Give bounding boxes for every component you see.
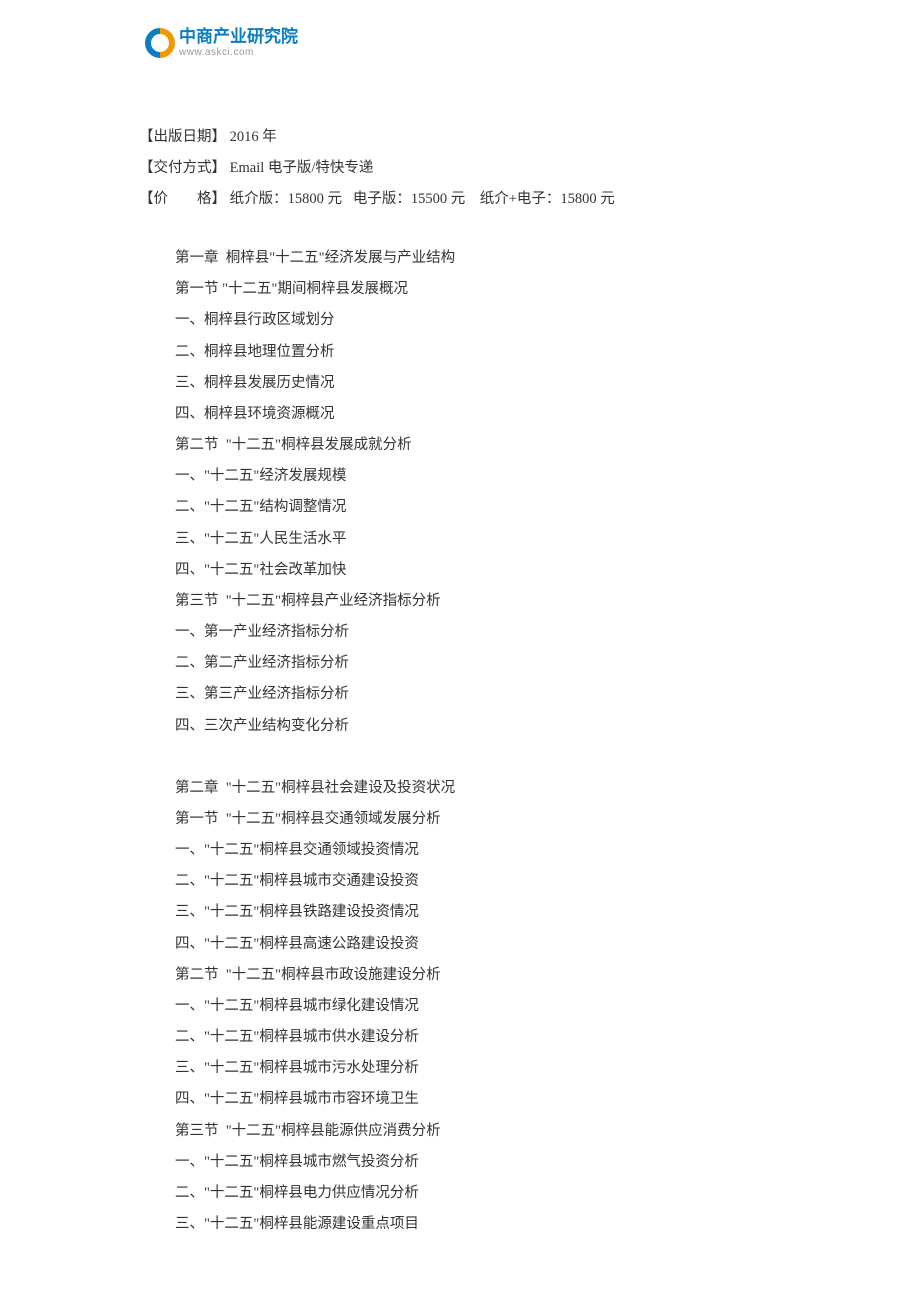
toc-line: 一、"十二五"桐梓县城市燃气投资分析 bbox=[175, 1147, 455, 1178]
toc-line: 三、"十二五"桐梓县能源建设重点项目 bbox=[175, 1209, 455, 1240]
toc-line: 第一节 "十二五"桐梓县交通领域发展分析 bbox=[175, 804, 455, 835]
toc-line: 第一章 桐梓县"十二五"经济发展与产业结构 bbox=[175, 243, 455, 274]
meta-delivery-value: Email 电子版/特快专递 bbox=[230, 153, 374, 184]
toc-line: 一、"十二五"桐梓县城市绿化建设情况 bbox=[175, 991, 455, 1022]
toc-line: 二、"十二五"桐梓县城市交通建设投资 bbox=[175, 866, 455, 897]
toc-line: 二、第二产业经济指标分析 bbox=[175, 648, 455, 679]
meta-pub-value: 2016 年 bbox=[230, 122, 277, 153]
toc-line: 四、"十二五"桐梓县高速公路建设投资 bbox=[175, 929, 455, 960]
toc-line: 一、桐梓县行政区域划分 bbox=[175, 305, 455, 336]
meta-delivery: 【交付方式】 Email 电子版/特快专递 bbox=[139, 153, 615, 184]
toc-line: 一、"十二五"经济发展规模 bbox=[175, 461, 455, 492]
toc-line: 三、"十二五"人民生活水平 bbox=[175, 524, 455, 555]
toc-line: 四、桐梓县环境资源概况 bbox=[175, 399, 455, 430]
meta-pub: 【出版日期】 2016 年 bbox=[139, 122, 615, 153]
toc-line: 第二章 "十二五"桐梓县社会建设及投资状况 bbox=[175, 773, 455, 804]
logo: 中商产业研究院 www.askci.com bbox=[145, 28, 298, 58]
toc-line: 四、三次产业结构变化分析 bbox=[175, 711, 455, 742]
meta-price: 【价 格】 纸介版：15800 元 电子版：15500 元 纸介+电子：1580… bbox=[139, 184, 615, 215]
meta-block: 【出版日期】 2016 年 【交付方式】 Email 电子版/特快专递 【价 格… bbox=[139, 122, 615, 216]
toc-line: 三、第三产业经济指标分析 bbox=[175, 679, 455, 710]
toc-line: 第二节 "十二五"桐梓县发展成就分析 bbox=[175, 430, 455, 461]
toc-line: 第一节 "十二五"期间桐梓县发展概况 bbox=[175, 274, 455, 305]
toc-line: 四、"十二五"社会改革加快 bbox=[175, 555, 455, 586]
toc-line: 二、"十二五"桐梓县电力供应情况分析 bbox=[175, 1178, 455, 1209]
toc-line: 三、桐梓县发展历史情况 bbox=[175, 368, 455, 399]
meta-pub-label: 【出版日期】 bbox=[139, 122, 230, 153]
logo-icon bbox=[145, 28, 175, 58]
logo-text: 中商产业研究院 www.askci.com bbox=[179, 28, 298, 58]
toc-block: 第一章 桐梓县"十二五"经济发展与产业结构第一节 "十二五"期间桐梓县发展概况一… bbox=[175, 243, 455, 1240]
logo-url: www.askci.com bbox=[179, 47, 298, 58]
toc-line: 第二节 "十二五"桐梓县市政设施建设分析 bbox=[175, 960, 455, 991]
toc-line: 四、"十二五"桐梓县城市市容环境卫生 bbox=[175, 1084, 455, 1115]
meta-price-label: 【价 格】 bbox=[139, 184, 230, 215]
section-spacer bbox=[175, 742, 455, 773]
toc-line: 三、"十二五"桐梓县城市污水处理分析 bbox=[175, 1053, 455, 1084]
meta-delivery-label: 【交付方式】 bbox=[139, 153, 230, 184]
logo-cn: 中商产业研究院 bbox=[179, 28, 298, 47]
toc-line: 第三节 "十二五"桐梓县能源供应消费分析 bbox=[175, 1116, 455, 1147]
meta-price-value: 纸介版：15800 元 电子版：15500 元 纸介+电子：15800 元 bbox=[230, 184, 615, 215]
toc-line: 二、"十二五"桐梓县城市供水建设分析 bbox=[175, 1022, 455, 1053]
toc-line: 二、"十二五"结构调整情况 bbox=[175, 492, 455, 523]
toc-line: 三、"十二五"桐梓县铁路建设投资情况 bbox=[175, 897, 455, 928]
toc-line: 二、桐梓县地理位置分析 bbox=[175, 337, 455, 368]
toc-line: 一、第一产业经济指标分析 bbox=[175, 617, 455, 648]
toc-line: 第三节 "十二五"桐梓县产业经济指标分析 bbox=[175, 586, 455, 617]
toc-line: 一、"十二五"桐梓县交通领域投资情况 bbox=[175, 835, 455, 866]
